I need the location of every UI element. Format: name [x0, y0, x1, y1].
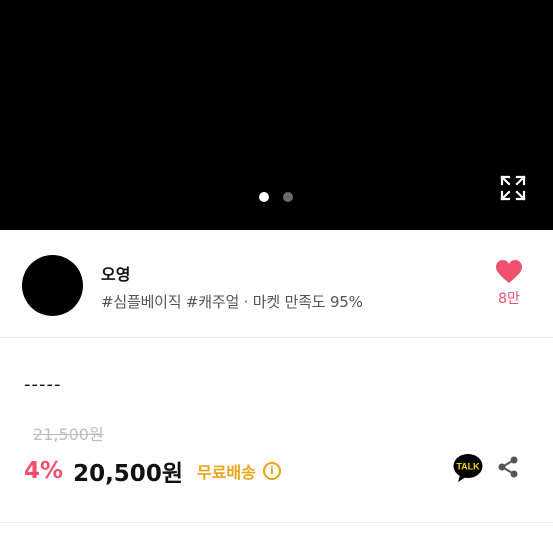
- like-count: 8만: [498, 291, 520, 307]
- carousel-dot[interactable]: [283, 192, 293, 202]
- shop-info-section: 오영 #심플베이직 #캐주얼 · 마켓 만족도 95% 8만: [0, 230, 553, 338]
- like-button[interactable]: 8만: [488, 260, 530, 308]
- expand-icon[interactable]: [500, 175, 526, 201]
- price-row: 4% 20,500원 무료배송 i: [24, 454, 281, 488]
- carousel-dot-active[interactable]: [259, 192, 269, 202]
- sale-price: 20,500원: [73, 461, 183, 487]
- product-title: -----: [24, 374, 62, 395]
- talk-label: TALK: [456, 462, 480, 472]
- shop-name[interactable]: 오영: [101, 261, 130, 285]
- product-image-carousel[interactable]: [0, 0, 553, 230]
- info-icon[interactable]: i: [262, 462, 281, 480]
- discount-rate: 4%: [24, 458, 64, 484]
- share-icon[interactable]: [496, 455, 520, 479]
- heart-icon: [496, 260, 522, 283]
- kakao-talk-icon[interactable]: TALK: [453, 453, 483, 483]
- original-price: 21,500원: [33, 425, 104, 444]
- shop-avatar[interactable]: [22, 255, 83, 316]
- shop-tags: #심플베이직 #캐주얼 · 마켓 만족도 95%: [101, 293, 363, 311]
- product-info-section: ----- 21,500원 4% 20,500원 무료배송 i TALK: [0, 338, 553, 523]
- free-shipping-label: 무료배송: [196, 463, 256, 482]
- carousel-pagination: [259, 192, 293, 202]
